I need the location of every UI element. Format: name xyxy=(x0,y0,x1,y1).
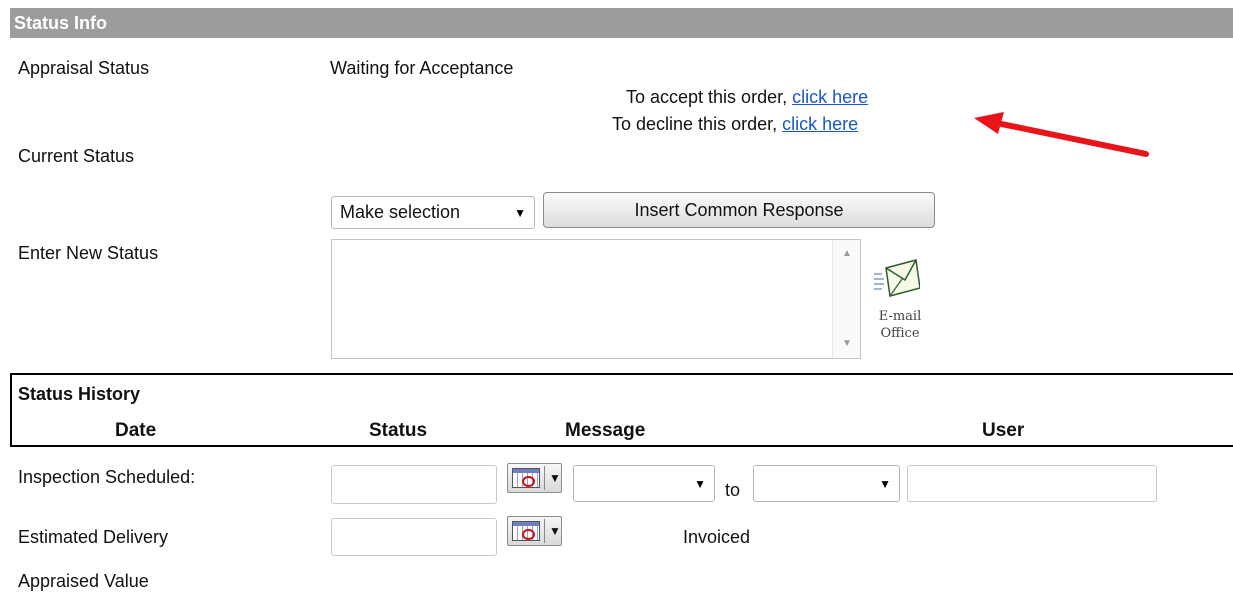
email-office-button[interactable]: E-mail Office xyxy=(870,258,932,348)
email-office-line2: Office xyxy=(880,326,920,341)
inspection-extra-input[interactable] xyxy=(907,465,1157,502)
time-range-to-label: to xyxy=(725,480,741,500)
new-status-textarea[interactable]: ▲ ▼ xyxy=(331,239,861,359)
email-office-line1: E-mail xyxy=(878,309,922,324)
appraisal-status-label: Appraisal Status xyxy=(18,58,150,78)
appraisal-status-value: Waiting for Acceptance xyxy=(330,58,514,78)
common-response-select-value: Make selection xyxy=(340,202,461,222)
current-status-label: Current Status xyxy=(18,146,135,166)
calendar-icon xyxy=(512,521,540,541)
chevron-down-icon: ▼ xyxy=(549,471,561,485)
scroll-down-icon[interactable]: ▼ xyxy=(842,338,852,349)
inspection-time-to-select[interactable]: ▼ xyxy=(753,465,900,502)
chevron-down-icon: ▼ xyxy=(514,205,526,220)
column-header-message: Message xyxy=(565,420,646,441)
divider xyxy=(544,466,545,490)
section-title: Status Info xyxy=(14,13,107,33)
red-arrow-icon xyxy=(974,112,1149,157)
common-response-select[interactable]: Make selection ▼ xyxy=(331,196,535,229)
column-header-status: Status xyxy=(369,420,428,441)
enter-new-status-label: Enter New Status xyxy=(18,243,159,263)
inspection-time-from-select[interactable]: ▼ xyxy=(573,465,715,502)
status-history-title: Status History xyxy=(18,384,141,404)
status-info-header: Status Info xyxy=(10,8,1233,38)
chevron-down-icon: ▼ xyxy=(879,476,891,491)
column-header-user: User xyxy=(982,420,1025,441)
delivery-date-input[interactable] xyxy=(331,518,497,556)
accept-order-text: To accept this order, xyxy=(626,87,788,107)
chevron-down-icon: ▼ xyxy=(694,476,706,491)
textarea-scrollbar[interactable]: ▲ ▼ xyxy=(832,240,860,358)
invoiced-label: Invoiced xyxy=(683,527,751,547)
estimated-delivery-label: Estimated Delivery xyxy=(18,527,169,547)
email-office-caption: E-mail Office xyxy=(876,308,924,342)
insert-common-response-button[interactable]: Insert Common Response xyxy=(543,192,935,228)
inspection-date-input[interactable] xyxy=(331,465,497,504)
chevron-down-icon: ▼ xyxy=(549,524,561,538)
status-history-header: Status History Date Status Message User xyxy=(10,373,1233,447)
decline-order-line: To decline this order, click here xyxy=(612,114,858,135)
appraised-value-label: Appraised Value xyxy=(18,571,149,591)
calendar-icon xyxy=(512,468,540,488)
column-header-date: Date xyxy=(115,420,157,441)
decline-order-text: To decline this order, xyxy=(612,114,778,134)
decline-order-link[interactable]: click here xyxy=(782,114,858,134)
accept-order-link[interactable]: click here xyxy=(792,87,868,107)
insert-common-response-label: Insert Common Response xyxy=(634,199,844,220)
accept-order-line: To accept this order, click here xyxy=(626,87,868,108)
divider xyxy=(544,519,545,543)
scroll-up-icon[interactable]: ▲ xyxy=(842,248,852,259)
delivery-calendar-button[interactable]: ▼ xyxy=(507,516,562,546)
inspection-scheduled-label: Inspection Scheduled: xyxy=(18,467,196,487)
inspection-calendar-button[interactable]: ▼ xyxy=(507,463,562,493)
envelope-icon xyxy=(874,259,920,297)
